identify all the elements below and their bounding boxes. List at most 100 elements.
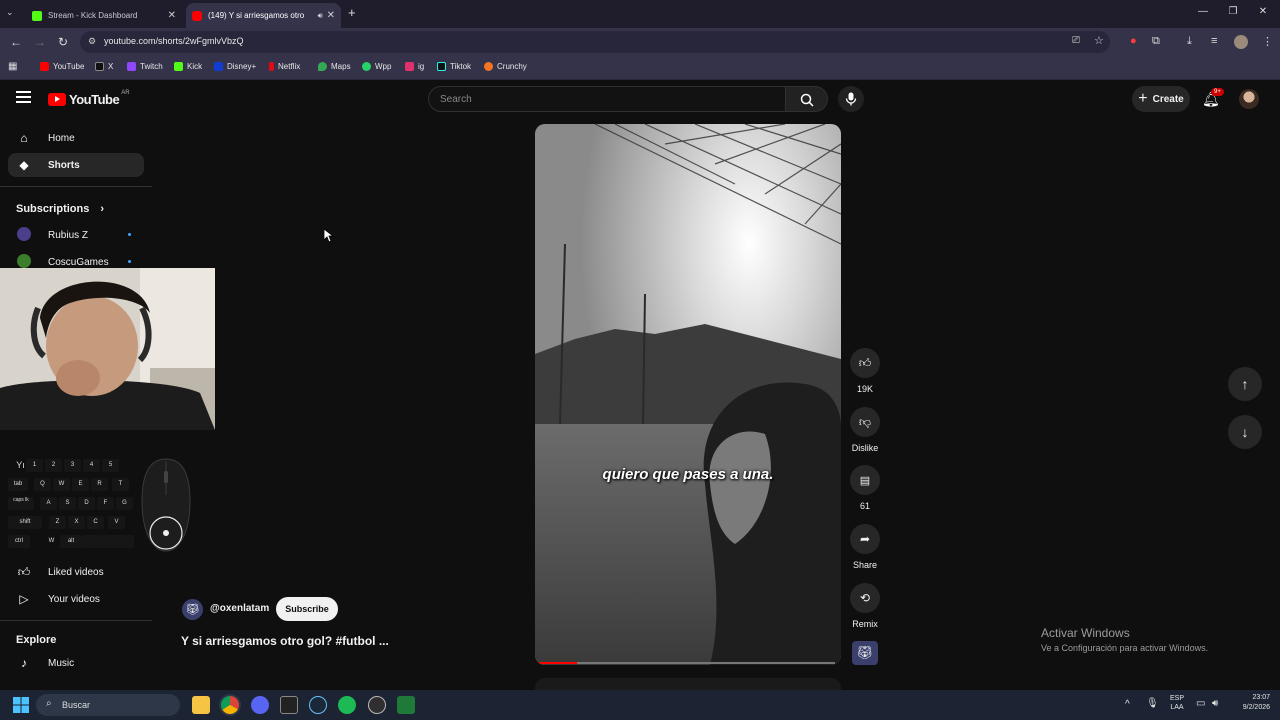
windows-start-icon[interactable]	[13, 697, 29, 713]
netflix-icon	[269, 62, 274, 71]
subscribe-button[interactable]: Subscribe	[276, 597, 338, 621]
remix-button[interactable]: ⟲ Remix	[850, 583, 880, 629]
sidebar-item-music[interactable]: ♪ Music	[8, 651, 144, 675]
webcam-overlay	[0, 268, 215, 430]
previous-short-button[interactable]: ↑	[1228, 367, 1262, 401]
downloads-icon[interactable]: ⤓	[1187, 35, 1192, 48]
network-icon[interactable]: ▭	[1196, 698, 1205, 709]
share-label: Share	[852, 560, 878, 570]
voice-search-button[interactable]	[838, 86, 864, 112]
sidebar-item-shorts[interactable]: ◆ Shorts	[8, 153, 144, 177]
sidebar-item-rubius[interactable]: Rubius Z	[8, 223, 144, 247]
restore-icon[interactable]: ❐	[1226, 6, 1240, 17]
file-explorer-icon[interactable]	[192, 696, 210, 714]
bookmark-label: Kick	[187, 62, 203, 71]
short-title[interactable]: Y si arriesgamos otro gol? #futbol ...	[181, 634, 389, 648]
short-video-player[interactable]: quiero que pases a una.	[535, 124, 841, 665]
close-window-icon[interactable]: ✕	[1256, 6, 1270, 17]
new-tab-icon[interactable]: +	[348, 5, 356, 20]
progress-bar-fill	[539, 662, 578, 664]
sidebar-item-liked-videos[interactable]: 👍︎ Liked videos	[8, 560, 144, 584]
volume-icon[interactable]: 🔊︎	[1212, 698, 1218, 709]
thumbs-up-icon: 👍︎	[850, 348, 880, 378]
tray-chevron-icon[interactable]: ^	[1125, 699, 1130, 710]
sidebar-item-label: CoscuGames	[48, 256, 109, 268]
bookmark-wpp[interactable]: Wpp	[362, 62, 391, 71]
bookmark-ig[interactable]: ig	[405, 62, 424, 71]
audio-source-thumbnail[interactable]: 🐯︎	[852, 641, 878, 665]
close-tab-icon[interactable]: ✕	[327, 10, 335, 21]
tray-microphone-icon[interactable]: 🎙︎	[1146, 698, 1159, 709]
address-bar[interactable]: ⚙ youtube.com/shorts/2wFgmlvVbzQ ⎚ ☆	[80, 31, 1110, 53]
bookmark-x[interactable]: X	[95, 62, 113, 71]
steam-icon[interactable]	[309, 696, 327, 714]
close-tab-icon[interactable]: ✕	[168, 10, 176, 21]
bookmark-maps[interactable]: Maps	[318, 62, 351, 71]
apps-grid-icon[interactable]: ▦	[8, 61, 17, 72]
reading-list-icon[interactable]: ≡	[1211, 35, 1217, 47]
share-button[interactable]: ➦ Share	[850, 524, 880, 570]
reload-icon[interactable]: ↻	[58, 35, 68, 49]
youtube-logo[interactable]: YouTube AR	[48, 90, 130, 107]
like-button[interactable]: 👍︎ 19K	[850, 348, 880, 394]
sidebar-item-your-videos[interactable]: ▷ Your videos	[8, 587, 144, 611]
account-avatar[interactable]	[1239, 89, 1259, 109]
cast-icon[interactable]: ⎚	[1072, 35, 1080, 46]
tiktok-icon	[437, 62, 446, 71]
language-indicator[interactable]: ESP LAA	[1166, 695, 1188, 711]
tab-youtube-short[interactable]: (149) Y si arriesgamos otro 🔊︎ ✕	[186, 3, 341, 28]
extensions-icon[interactable]: ⧉	[1152, 35, 1160, 48]
disney-icon	[214, 62, 223, 71]
clock[interactable]: 23:07 9/2/2026	[1226, 694, 1270, 711]
speaker-icon[interactable]: 🔊︎	[318, 11, 323, 21]
bookmark-label: Crunchy	[497, 62, 527, 71]
epic-games-icon[interactable]	[280, 696, 298, 714]
webcam-image	[0, 268, 215, 430]
app-green-icon[interactable]	[397, 696, 415, 714]
profile-avatar[interactable]	[1234, 35, 1248, 49]
sidebar-divider	[0, 620, 152, 621]
channel-handle[interactable]: @oxenlatam	[210, 603, 269, 614]
subscriptions-header[interactable]: Subscriptions ›	[16, 203, 104, 215]
search-button[interactable]	[786, 86, 828, 112]
sidebar-item-home[interactable]: ⌂ Home	[8, 126, 144, 150]
share-arrow-icon: ➦	[850, 524, 880, 554]
obs-icon[interactable]	[368, 696, 386, 714]
tab-search-icon[interactable]: ⌄	[6, 7, 14, 18]
key: tab	[8, 478, 28, 491]
bookmark-youtube[interactable]: YouTube	[40, 62, 84, 71]
comment-count: 61	[859, 501, 870, 511]
bookmark-tiktok[interactable]: Tiktok	[437, 62, 471, 71]
create-button[interactable]: + Create	[1132, 86, 1190, 112]
bookmark-kick[interactable]: Kick	[174, 62, 202, 71]
notification-badge: 9+	[1211, 88, 1224, 96]
back-icon[interactable]: ←	[10, 35, 22, 49]
search-input[interactable]: Search	[428, 86, 786, 112]
forward-icon[interactable]: →	[34, 35, 46, 49]
chrome-icon[interactable]	[221, 696, 239, 714]
bookmark-label: Netflix	[278, 62, 301, 71]
language-line-2: LAA	[1170, 704, 1184, 711]
bookmark-twitch[interactable]: Twitch	[127, 62, 163, 71]
bookmark-label: Tiktok	[450, 62, 472, 71]
sidebar-item-label: Your videos	[48, 593, 100, 605]
next-short-button[interactable]: ↓	[1228, 415, 1262, 449]
taskbar-search[interactable]: ⌕ Buscar	[36, 694, 180, 716]
spotify-icon[interactable]	[338, 696, 356, 714]
bookmark-star-icon[interactable]: ☆	[1094, 34, 1104, 47]
site-info-icon[interactable]: ⚙	[88, 36, 96, 47]
minimize-icon[interactable]: —	[1196, 6, 1210, 17]
discord-icon[interactable]	[251, 696, 269, 714]
tab-kick-dashboard[interactable]: Stream - Kick Dashboard ✕	[26, 3, 182, 28]
progress-bar[interactable]	[539, 662, 835, 664]
bookmark-netflix[interactable]: Netflix	[269, 62, 300, 71]
channel-avatar[interactable]: 🐯︎	[182, 599, 203, 620]
extension-red-icon[interactable]: ●	[1130, 35, 1137, 47]
notifications-button[interactable]: 🔔︎ 9+	[1202, 88, 1224, 109]
bookmark-crunchy[interactable]: Crunchy	[484, 62, 527, 71]
bookmark-disney[interactable]: Disney+	[214, 62, 256, 71]
chrome-menu-icon[interactable]: ⋮	[1262, 35, 1273, 48]
dislike-button[interactable]: 👎︎ Dislike	[850, 407, 880, 453]
comments-button[interactable]: ▤ 61	[850, 465, 880, 511]
hamburger-menu-icon[interactable]	[16, 91, 31, 103]
